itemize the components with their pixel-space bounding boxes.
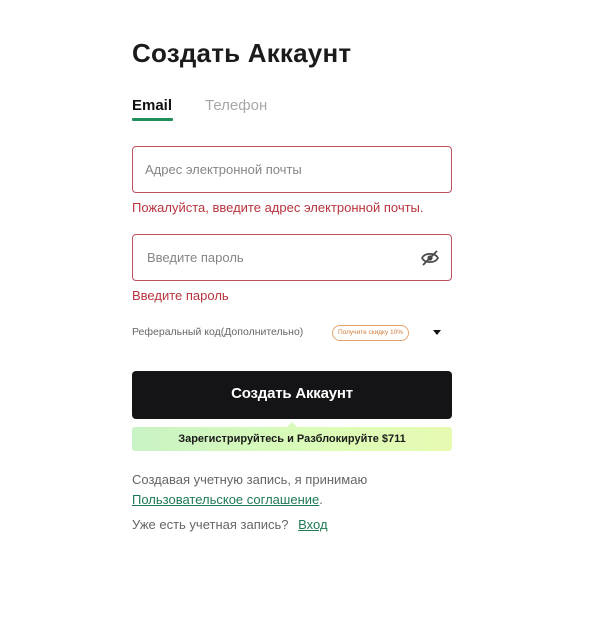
tab-phone[interactable]: Телефон	[205, 97, 267, 114]
referral-code-toggle[interactable]: Реферальный код(Дополнительно) Получите …	[132, 324, 452, 342]
user-agreement-link[interactable]: Пользовательское соглашение	[132, 492, 319, 507]
eye-slash-icon[interactable]	[420, 248, 440, 268]
password-error-message: Введите пароль	[132, 288, 229, 303]
password-field-wrapper	[132, 234, 452, 281]
active-tab-indicator	[132, 118, 173, 121]
page-title: Создать Аккаунт	[132, 38, 352, 68]
tab-phone-label: Телефон	[205, 97, 268, 114]
discount-badge: Получите скидку 10%	[332, 325, 410, 341]
login-prompt: Уже есть учетная запись?	[132, 517, 289, 532]
create-account-button[interactable]: Создать Аккаунт	[132, 371, 452, 419]
promo-banner: Зарегистрируйтесь и Разблокируйте $711	[132, 422, 452, 451]
password-input[interactable]	[147, 235, 417, 280]
referral-label: Реферальный код(Дополнительно)	[132, 326, 304, 338]
promo-pointer	[287, 422, 297, 427]
email-input[interactable]	[145, 147, 415, 192]
terms-suffix: .	[319, 492, 323, 507]
caret-down-icon[interactable]	[433, 330, 441, 335]
promo-text: Зарегистрируйтесь и Разблокируйте $711	[178, 433, 406, 445]
tab-email-label: Email	[132, 97, 173, 114]
tab-email[interactable]: Email	[132, 97, 172, 114]
login-prompt-row: Уже есть учетная запись? Вход	[132, 517, 328, 532]
email-error-message: Пожалуйста, введите адрес электронной по…	[132, 200, 424, 215]
email-field-wrapper	[132, 146, 452, 193]
auth-method-tabs: Email Телефон	[132, 97, 452, 123]
login-link[interactable]: Вход	[298, 517, 327, 532]
terms-notice: Создавая учетную запись, я принимаю Поль…	[132, 470, 367, 510]
terms-line: Создавая учетную запись, я принимаю	[132, 472, 368, 487]
